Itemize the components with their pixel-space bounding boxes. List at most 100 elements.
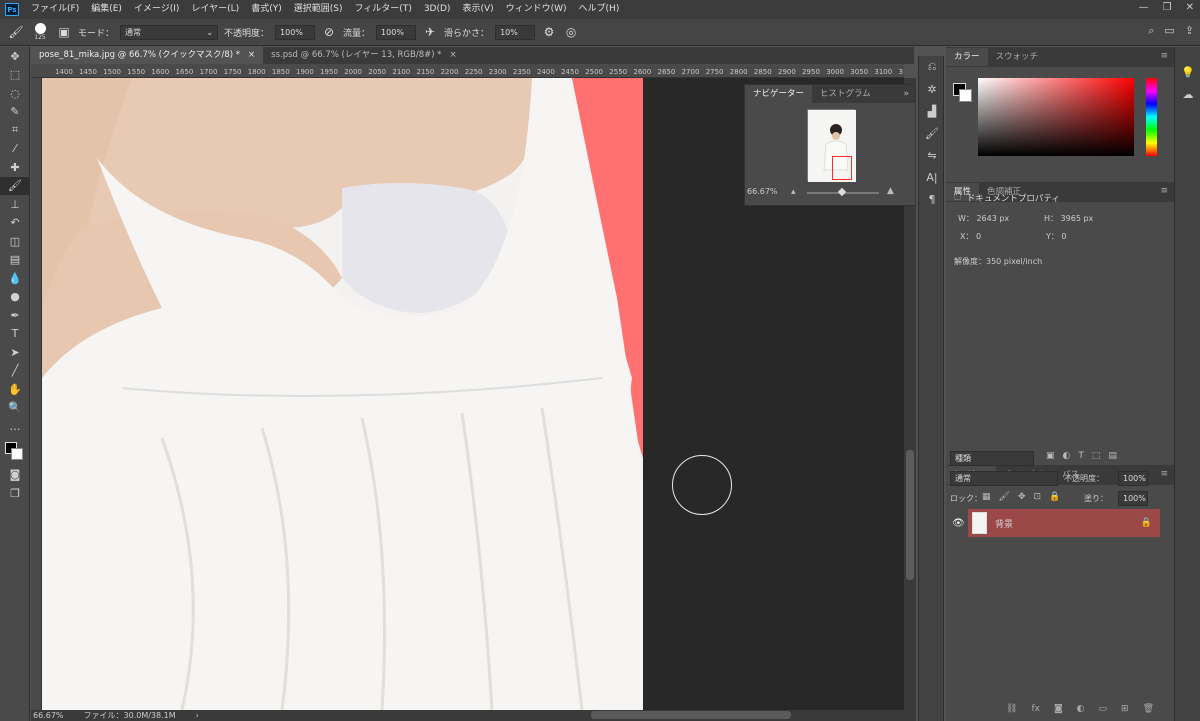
status-arrow-icon[interactable]: › [196, 711, 199, 720]
gradient-tool-icon[interactable]: ▤ [0, 251, 30, 270]
zoom-in-icon[interactable]: ▲ [887, 186, 894, 196]
smoothing-field[interactable]: 10% [495, 24, 536, 40]
panel-menu-icon[interactable]: ≡ [1160, 469, 1168, 479]
eye-icon[interactable]: 👁 [952, 518, 965, 529]
quick-select-tool-icon[interactable]: ✎ [0, 103, 30, 122]
adjustment-layer-icon[interactable]: ◐ [1077, 704, 1085, 714]
color-picker-field[interactable] [978, 78, 1134, 156]
more-tools-icon[interactable]: … [0, 417, 30, 436]
menu-help[interactable]: ヘルプ(H) [573, 0, 626, 19]
fx-icon[interactable]: fx [1031, 704, 1040, 714]
menu-layer[interactable]: レイヤー(L) [185, 0, 245, 19]
horizontal-scroll-thumb[interactable] [591, 711, 791, 719]
zoom-out-icon[interactable]: ▴ [791, 187, 796, 197]
clone-stamp-tool-icon[interactable]: ⊥ [0, 195, 30, 214]
add-mask-icon[interactable]: ◙ [1054, 704, 1063, 714]
shape-filter-icon[interactable]: ⬚ [1092, 451, 1101, 461]
close-icon[interactable]: ✕ [1186, 2, 1194, 13]
smart-object-filter-icon[interactable]: ▤ [1108, 451, 1117, 461]
brush-tool-icon[interactable]: 🖌 [0, 176, 30, 195]
pen-tool-icon[interactable]: ✒ [0, 306, 30, 325]
share-icon[interactable]: ⇪ [1185, 24, 1194, 38]
brush-settings-icon[interactable]: ▣ [56, 24, 72, 40]
marquee-tool-icon[interactable]: ⬚ [0, 66, 30, 85]
menu-file[interactable]: ファイル(F) [25, 0, 85, 19]
adjustments-icon[interactable]: ⇋ [919, 144, 945, 166]
close-icon[interactable]: × [248, 47, 255, 64]
slider-knob[interactable] [837, 187, 847, 197]
menu-window[interactable]: ウィンドウ(W) [500, 0, 573, 19]
healing-brush-tool-icon[interactable]: ✚ [0, 158, 30, 177]
type-tool-icon[interactable]: T [0, 325, 30, 344]
close-icon[interactable]: × [450, 47, 457, 64]
histogram-icon[interactable]: ▟ [919, 100, 945, 122]
new-layer-icon[interactable]: ⊞ [1121, 704, 1129, 714]
link-layers-icon[interactable]: ⛓ [1006, 704, 1017, 714]
history-brush-tool-icon[interactable]: ↶ [0, 214, 30, 233]
lasso-tool-icon[interactable]: ◌ [0, 84, 30, 103]
move-tool-icon[interactable]: ✥ [0, 47, 30, 66]
background-color-swatch[interactable] [11, 447, 23, 460]
history-icon[interactable]: ⎌ [919, 56, 945, 78]
color-swatches[interactable] [0, 436, 29, 466]
airbrush-icon[interactable]: ✈ [422, 24, 438, 40]
brush-preset-picker[interactable]: 125 [30, 23, 50, 41]
layer-filter-select[interactable]: 種類 [950, 451, 1034, 466]
zoom-tool-icon[interactable]: 🔍 [0, 399, 30, 418]
tab-navigator[interactable]: ナビゲーター [745, 85, 813, 103]
menu-view[interactable]: 表示(V) [456, 0, 499, 19]
tab-color[interactable]: カラー [946, 48, 988, 66]
vertical-scroll-thumb[interactable] [906, 450, 914, 580]
panel-menu-icon[interactable]: ≡ [1160, 186, 1168, 196]
lock-position-icon[interactable]: ✥ [1018, 492, 1026, 502]
navigator-zoom[interactable]: 66.67% [747, 187, 778, 196]
layer-row-background[interactable]: 背景 🔒 [968, 509, 1160, 537]
brush-tool-icon[interactable]: 🖌 [8, 24, 24, 40]
tab-ss-psd[interactable]: ss.psd @ 66.7% (レイヤー 13, RGB/8#) * × [263, 47, 465, 64]
paragraph-icon[interactable]: ¶ [919, 188, 945, 210]
eyedropper-tool-icon[interactable]: ⁄ [0, 140, 30, 159]
path-select-tool-icon[interactable]: ➤ [0, 343, 30, 362]
blend-mode-select[interactable]: 通常 [950, 471, 1058, 486]
hand-tool-icon[interactable]: ✋ [0, 380, 30, 399]
lock-all-icon[interactable]: 🔒 [1049, 492, 1060, 502]
minimize-icon[interactable]: — [1139, 2, 1149, 13]
fill-field[interactable]: 100% [1118, 491, 1148, 506]
menu-edit[interactable]: 編集(E) [85, 0, 128, 19]
menu-image[interactable]: イメージ(I) [128, 0, 186, 19]
tab-histogram[interactable]: ヒストグラム [812, 85, 879, 103]
brush-settings-icon[interactable]: 🖌 [919, 122, 945, 144]
status-zoom[interactable]: 66.67% [33, 711, 64, 720]
restore-icon[interactable]: ❐ [1163, 2, 1172, 13]
tab-swatches[interactable]: スウォッチ [988, 48, 1047, 66]
menu-select[interactable]: 選択範囲(S) [288, 0, 349, 19]
hue-slider[interactable] [1146, 78, 1157, 156]
eraser-tool-icon[interactable]: ◫ [0, 232, 30, 251]
libraries-icon[interactable]: ☁ [1175, 83, 1200, 105]
crop-tool-icon[interactable]: ⌗ [0, 121, 30, 140]
character-icon[interactable]: A| [919, 166, 945, 188]
navigator-zoom-slider[interactable] [807, 187, 879, 197]
flow-field[interactable]: 100% [376, 24, 417, 40]
workspace-icon[interactable]: ▭ [1164, 24, 1174, 38]
tab-pose-81-mika[interactable]: pose_81_mika.jpg @ 66.7% (クイックマスク/8) * × [31, 47, 264, 64]
opacity-field[interactable]: 100% [275, 24, 316, 40]
panel-menu-icon[interactable]: ≡ [1160, 51, 1168, 61]
menu-3d[interactable]: 3D(D) [418, 0, 457, 19]
pressure-opacity-icon[interactable]: ⊘ [321, 24, 337, 40]
navigator-view-box[interactable] [832, 156, 852, 180]
lock-transparent-icon[interactable]: ▦ [982, 492, 991, 502]
lock-artboard-icon[interactable]: ⊡ [1034, 492, 1042, 502]
background-color[interactable] [959, 89, 972, 102]
adjustment-filter-icon[interactable]: ◐ [1063, 451, 1071, 461]
pressure-size-icon[interactable]: ◎ [563, 24, 579, 40]
new-group-icon[interactable]: ▭ [1099, 704, 1108, 714]
menu-filter[interactable]: フィルター(T) [348, 0, 417, 19]
type-filter-icon[interactable]: T [1078, 451, 1084, 461]
menu-type[interactable]: 書式(Y) [245, 0, 288, 19]
navigator-thumbnail[interactable] [807, 109, 856, 182]
screen-mode-icon[interactable]: ❐ [0, 484, 30, 503]
pixel-filter-icon[interactable]: ▣ [1046, 451, 1055, 461]
line-tool-icon[interactable]: ╱ [0, 362, 30, 381]
quick-mask-icon[interactable]: ◙ [0, 466, 30, 485]
